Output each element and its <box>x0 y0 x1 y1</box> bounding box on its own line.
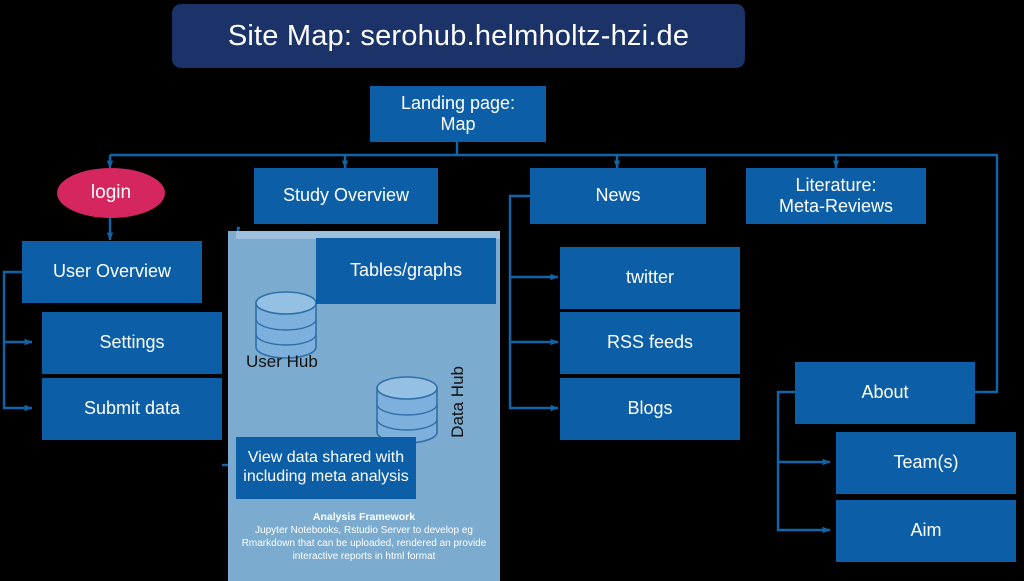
node-view-data[interactable]: View data shared with including meta ana… <box>236 437 416 499</box>
node-tables-graphs[interactable]: Tables/graphs <box>316 238 496 304</box>
node-login[interactable]: login <box>57 168 165 218</box>
wire-news-to-blogs <box>508 342 559 412</box>
node-study-overview[interactable]: Study Overview <box>254 168 438 224</box>
node-settings[interactable]: Settings <box>42 312 222 374</box>
framework-heading: Analysis Framework <box>312 511 416 523</box>
node-about[interactable]: About <box>795 362 975 424</box>
wire-news-to-rss <box>508 277 559 346</box>
node-blogs[interactable]: Blogs <box>560 378 740 440</box>
data-hub-label: Data Hub <box>448 366 467 438</box>
framework-line-2: Rmarkdown that can be uploaded, rendered… <box>241 538 487 550</box>
page-title: Site Map: serohub.helmholtz-hzi.de <box>172 4 745 68</box>
site-map-diagram: Site Map: serohub.helmholtz-hzi.de Landi… <box>0 0 1024 581</box>
framework-line-3: interactive reports in html format <box>292 551 436 563</box>
user-hub-label: User Hub <box>246 352 318 371</box>
node-twitter[interactable]: twitter <box>560 247 740 309</box>
node-rss-feeds[interactable]: RSS feeds <box>560 312 740 374</box>
wire-user-overview-to-submit-data <box>2 342 33 412</box>
analysis-framework-caption: Analysis Framework Jupyter Notebooks, Rs… <box>232 511 496 564</box>
user-hub-database-icon <box>255 291 317 359</box>
node-literature[interactable]: Literature: Meta-Reviews <box>746 168 926 224</box>
node-landing-page[interactable]: Landing page: Map <box>370 86 546 142</box>
node-submit-data[interactable]: Submit data <box>42 378 222 440</box>
framework-line-1: Jupyter Notebooks, Rstudio Server to dev… <box>255 525 473 537</box>
data-hub-database-icon <box>376 376 438 444</box>
node-aim[interactable]: Aim <box>836 500 1016 562</box>
node-user-overview[interactable]: User Overview <box>22 241 202 303</box>
node-teams[interactable]: Team(s) <box>836 432 1016 494</box>
node-news[interactable]: News <box>530 168 706 224</box>
wire-about-to-aim <box>776 462 831 534</box>
